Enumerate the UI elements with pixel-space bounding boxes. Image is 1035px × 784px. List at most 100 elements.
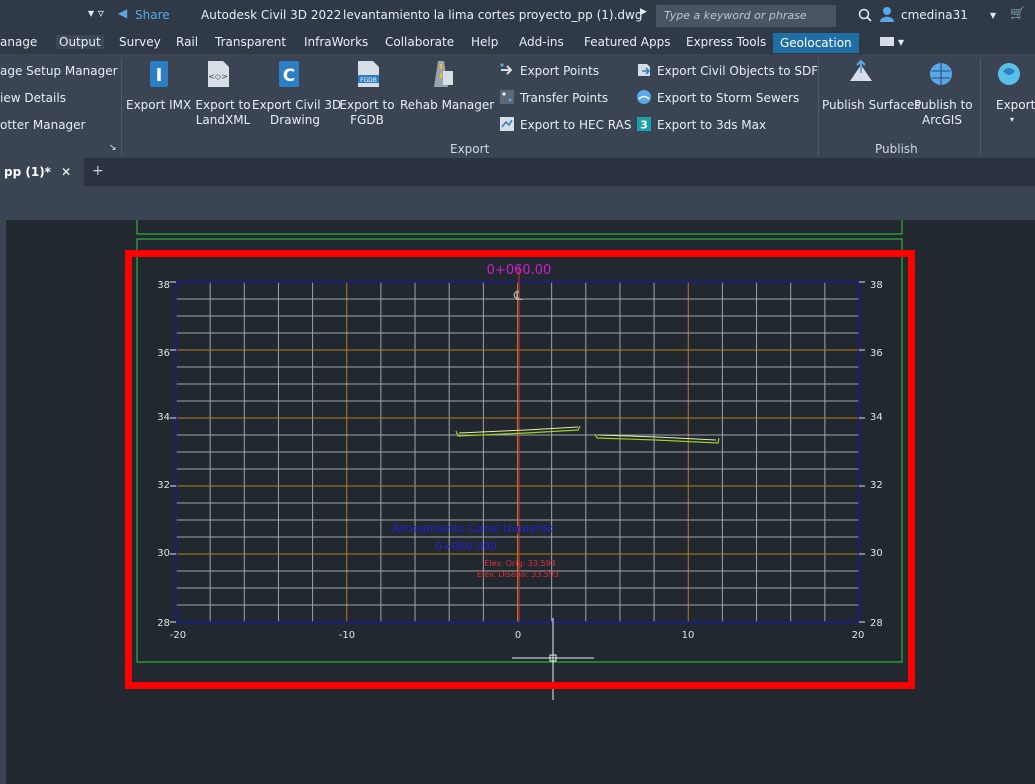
publish-surfaces-icon[interactable] — [848, 59, 874, 89]
y-tick-label-left-30: 30 — [157, 548, 170, 559]
transfer-points-icon — [500, 90, 514, 104]
tab-help[interactable]: Help — [471, 35, 498, 49]
close-tab-icon[interactable]: ✕ — [61, 165, 71, 179]
landxml-icon[interactable]: <◇> — [205, 59, 231, 89]
tab-infraworks[interactable]: InfraWorks — [304, 35, 368, 49]
transfer-points-button[interactable]: Transfer Points — [520, 91, 608, 106]
new-tab-icon[interactable]: + — [92, 163, 104, 179]
rehab-manager-icon[interactable] — [428, 59, 454, 89]
civil3d-drawing-icon[interactable]: C — [276, 59, 302, 89]
x-tick-label-20: 20 — [852, 630, 865, 641]
y-tick-label-left-28: 28 — [157, 618, 170, 629]
export-fgdb-label-1: Export to — [339, 98, 395, 112]
document-tab[interactable]: pp (1)* ✕ — [0, 158, 84, 186]
svg-text:I: I — [156, 65, 163, 86]
elev-diseno-label: Elev. Diseño: 33.593 — [477, 570, 559, 579]
user-dropdown-icon[interactable]: ▾ — [990, 8, 996, 22]
export-points-button[interactable]: Export Points — [520, 64, 599, 79]
export-civil3d-drawing-button[interactable]: Export Civil 3D Drawing — [252, 98, 342, 128]
ribbon-separator — [121, 58, 122, 156]
arcgis-globe-icon[interactable] — [928, 59, 954, 89]
user-name[interactable]: cmedina31 — [901, 8, 968, 22]
export-sdf-icon — [638, 64, 651, 76]
y-tick-label-right-36: 36 — [870, 348, 883, 359]
svg-text:<◇>: <◇> — [208, 72, 228, 81]
design-line-right — [597, 434, 717, 441]
tab-add-ins[interactable]: Add-ins — [519, 35, 564, 49]
user-icon[interactable] — [879, 6, 895, 22]
fgdb-icon-text: FGDB — [360, 77, 377, 84]
search-input[interactable]: Type a keyword or phrase — [656, 5, 836, 27]
file-name: levantamiento la lima cortes proyecto_pp… — [343, 8, 643, 22]
ribbon-panel: age Setup Manager iew Details otter Mana… — [0, 54, 1035, 158]
ribbon-minimize-icon[interactable] — [880, 37, 894, 46]
y-tick-label-left-32: 32 — [157, 480, 170, 491]
tab-collaborate[interactable]: Collaborate — [385, 35, 454, 49]
plotter-manager-button[interactable]: otter Manager — [0, 118, 85, 133]
y-tick-label-right-30: 30 — [870, 548, 883, 559]
storm-sewers-icon — [637, 90, 651, 104]
export-sdf-button[interactable]: Export Civil Objects to SDF — [657, 64, 818, 79]
x-tick-label-neg10: -10 — [339, 630, 355, 641]
tab-featured-apps[interactable]: Featured Apps — [584, 35, 670, 49]
ribbon-separator — [980, 58, 981, 156]
search-icon[interactable] — [858, 8, 872, 22]
alignment-label: Alineamiento Canal Izquierdo — [392, 522, 554, 535]
export-fgdb-button[interactable]: Export to FGDB — [339, 98, 395, 128]
export-landxml-label-2: LandXML — [195, 113, 251, 127]
x-tick-label-neg20: -20 — [170, 630, 186, 641]
rehab-manager-button[interactable]: Rehab Manager — [400, 98, 494, 113]
export-dropdown-icon[interactable]: ▾ — [1010, 112, 1014, 127]
publish-surfaces-button[interactable]: Publish Surfaces — [822, 98, 921, 113]
view-details-button[interactable]: iew Details — [0, 91, 66, 106]
y-tick-label-right-28: 28 — [870, 618, 883, 629]
page-setup-manager-button[interactable]: age Setup Manager — [0, 64, 118, 79]
ribbon-options-dropdown-icon[interactable]: ▾ — [898, 35, 904, 49]
alignment-station-label: 0+060.000 — [435, 540, 497, 553]
export-globe-icon[interactable] — [995, 59, 1021, 89]
tab-output[interactable]: Output — [56, 35, 104, 49]
panel-launcher-icon[interactable]: ↘ — [109, 141, 117, 156]
upper-viewport-border — [136, 220, 903, 235]
export-partial-button[interactable]: Export — [996, 98, 1035, 113]
y-tick-label-left-36: 36 — [157, 348, 170, 359]
tab-survey[interactable]: Survey — [119, 35, 161, 49]
y-tick-label-left-38: 38 — [157, 280, 170, 291]
fgdb-icon[interactable]: FGDB — [355, 59, 381, 89]
export-civil3d-label-1: Export Civil 3D — [252, 98, 342, 112]
quick-access-dropdown-icon[interactable]: ▾ ▿ — [88, 6, 104, 20]
export-storm-sewers-button[interactable]: Export to Storm Sewers — [657, 91, 799, 106]
drawing-canvas[interactable]: 38 36 34 32 30 28 38 36 34 32 30 28 -20 … — [6, 220, 1035, 784]
tab-rail[interactable]: Rail — [176, 35, 198, 49]
publish-arcgis-label-1: Publish to — [914, 98, 973, 112]
export-landxml-label-1: Export to — [195, 98, 251, 112]
tab-manage[interactable]: anage — [0, 35, 37, 49]
viewport-header-strip — [0, 186, 1035, 220]
tab-express-tools[interactable]: Express Tools — [686, 35, 766, 49]
export-fgdb-label-2: FGDB — [350, 113, 384, 127]
svg-text:3: 3 — [640, 119, 648, 132]
y-tick-label-right-32: 32 — [870, 480, 883, 491]
x-tick-label-0: 0 — [515, 630, 521, 641]
cart-icon[interactable]: 🛒 — [1010, 6, 1025, 20]
export-imx-button[interactable]: Export IMX — [126, 98, 191, 113]
export-landxml-button[interactable]: Export to LandXML — [195, 98, 251, 128]
share-icon[interactable]: ◀ — [118, 6, 127, 20]
publish-to-arcgis-button[interactable]: Publish to ArcGIS — [914, 98, 973, 128]
export-3ds-max-button[interactable]: Export to 3ds Max — [657, 118, 766, 133]
hec-ras-icon — [500, 117, 514, 131]
publish-arcgis-label-2: ArcGIS — [922, 113, 962, 127]
tab-transparent[interactable]: Transparent — [215, 35, 286, 49]
title-bar: ▾ ▿ ◀ Share Autodesk Civil 3D 2022 levan… — [0, 0, 1035, 32]
share-button[interactable]: Share — [135, 8, 170, 22]
svg-text:C: C — [283, 66, 295, 86]
tab-geolocation[interactable]: Geolocation — [773, 33, 859, 53]
play-arrow-icon: ▶ — [640, 7, 647, 17]
export-hec-ras-button[interactable]: Export to HEC RAS — [520, 118, 631, 133]
export-civil3d-label-2: Drawing — [270, 113, 320, 127]
section-view-svg[interactable]: 38 36 34 32 30 28 38 36 34 32 30 28 -20 … — [6, 220, 1035, 784]
app-title: Autodesk Civil 3D 2022 — [201, 8, 342, 22]
export-group-label: Export — [450, 142, 490, 156]
export-imx-icon[interactable]: I — [146, 59, 172, 89]
3ds-max-icon: 3 — [637, 117, 651, 132]
